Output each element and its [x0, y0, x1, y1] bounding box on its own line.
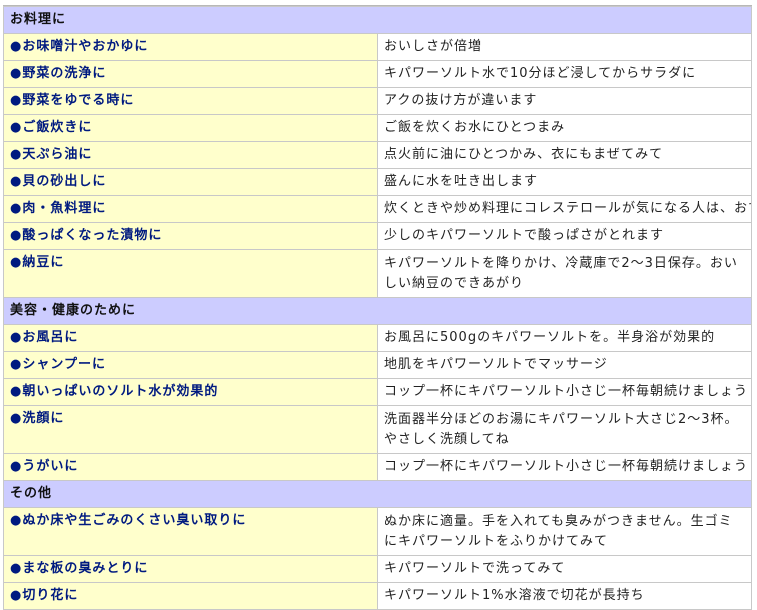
bullet-icon: ●: [10, 174, 23, 189]
usage-table-frame: お料理に ●お味噌汁やおかゆに おいしさが倍増 ●野菜の洗浄に キパワーソルト水…: [3, 5, 752, 610]
row-text: おいしさが倍増: [377, 33, 752, 61]
row-text: キパワーソルト水で10分ほど浸してからサラダに: [377, 60, 752, 88]
table-row: ●野菜の洗浄に キパワーソルト水で10分ほど浸してからサラダに: [3, 60, 752, 88]
row-text: ご飯を炊くお水にひとつまみ: [377, 114, 752, 142]
bullet-icon: ●: [10, 255, 23, 270]
bullet-icon: ●: [10, 588, 23, 603]
table-row: ●納豆に キパワーソルトを降りかけ、冷蔵庫で2～3日保存。おいしい納豆のできあが…: [3, 249, 752, 298]
row-text: 炊くときや炒め料理にコレステロールが気になる人は、おすすめ: [377, 195, 752, 223]
bullet-icon: ●: [10, 66, 23, 81]
row-label: ●うがいに: [3, 453, 378, 481]
table-row: ●天ぷら油に 点火前に油にひとつかみ、衣にもまぜてみて: [3, 141, 752, 169]
row-text: 盛んに水を吐き出します: [377, 168, 752, 196]
bullet-icon: ●: [10, 93, 23, 108]
row-label: ●貝の砂出しに: [3, 168, 378, 196]
row-label: ●ぬか床や生ごみのくさい臭い取りに: [3, 507, 378, 556]
table-row: ●ぬか床や生ごみのくさい臭い取りに ぬか床に適量。手を入れても臭みがつきません。…: [3, 507, 752, 556]
row-text: キパワーソルトで洗ってみて: [377, 555, 752, 583]
table-row: ●お味噌汁やおかゆに おいしさが倍増: [3, 33, 752, 61]
row-label: ●切り花に: [3, 582, 378, 610]
row-label: ●お風呂に: [3, 324, 378, 352]
row-label: ●納豆に: [3, 249, 378, 298]
bullet-icon: ●: [10, 459, 23, 474]
row-text: アクの抜け方が違います: [377, 87, 752, 115]
bullet-icon: ●: [10, 201, 23, 216]
section-header: 美容・健康のために: [3, 297, 752, 325]
table-row: ●朝いっぱいのソルト水が効果的 コップ一杯にキパワーソルト小さじ一杯毎朝続けまし…: [3, 378, 752, 406]
row-label: ●洗顔に: [3, 405, 378, 454]
row-label: ●お味噌汁やおかゆに: [3, 33, 378, 61]
table-row: ●シャンプーに 地肌をキパワーソルトでマッサージ: [3, 351, 752, 379]
table-row: ●肉・魚料理に 炊くときや炒め料理にコレステロールが気になる人は、おすすめ: [3, 195, 752, 223]
usage-table: お料理に ●お味噌汁やおかゆに おいしさが倍増 ●野菜の洗浄に キパワーソルト水…: [3, 6, 752, 610]
row-text: 少しのキパワーソルトで酸っぱさがとれます: [377, 222, 752, 250]
bullet-icon: ●: [10, 384, 23, 399]
table-row: ●貝の砂出しに 盛んに水を吐き出します: [3, 168, 752, 196]
row-label: ●朝いっぱいのソルト水が効果的: [3, 378, 378, 406]
row-label: ●ご飯炊きに: [3, 114, 378, 142]
row-label: ●まな板の臭みとりに: [3, 555, 378, 583]
section-header: その他: [3, 480, 752, 508]
table-row: ●まな板の臭みとりに キパワーソルトで洗ってみて: [3, 555, 752, 583]
bullet-icon: ●: [10, 228, 23, 243]
bullet-icon: ●: [10, 357, 23, 372]
bullet-icon: ●: [10, 39, 23, 54]
bullet-icon: ●: [10, 120, 23, 135]
table-row: ●野菜をゆでる時に アクの抜け方が違います: [3, 87, 752, 115]
row-text: 点火前に油にひとつかみ、衣にもまぜてみて: [377, 141, 752, 169]
row-label: ●天ぷら油に: [3, 141, 378, 169]
row-label: ●野菜の洗浄に: [3, 60, 378, 88]
section-title: お料理に: [3, 6, 752, 34]
table-row: ●切り花に キパワーソルト1%水溶液で切花が長持ち: [3, 582, 752, 610]
section-title: その他: [3, 480, 752, 508]
table-row: ●酸っぱくなった漬物に 少しのキパワーソルトで酸っぱさがとれます: [3, 222, 752, 250]
row-text: 洗面器半分ほどのお湯にキパワーソルト大さじ2～3杯。やさしく洗顔してね: [377, 405, 752, 454]
bullet-icon: ●: [10, 561, 23, 576]
row-text: キパワーソルトを降りかけ、冷蔵庫で2～3日保存。おいしい納豆のできあがり: [377, 249, 752, 298]
row-text: コップ一杯にキパワーソルト小さじ一杯毎朝続けましょう: [377, 453, 752, 481]
section-title: 美容・健康のために: [3, 297, 752, 325]
row-text: お風呂に500gのキパワーソルトを。半身浴が効果的: [377, 324, 752, 352]
table-row: ●うがいに コップ一杯にキパワーソルト小さじ一杯毎朝続けましょう: [3, 453, 752, 481]
row-label: ●野菜をゆでる時に: [3, 87, 378, 115]
table-row: ●お風呂に お風呂に500gのキパワーソルトを。半身浴が効果的: [3, 324, 752, 352]
row-text: ぬか床に適量。手を入れても臭みがつきません。生ゴミにキパワーソルトをふりかけてみ…: [377, 507, 752, 556]
table-row: ●洗顔に 洗面器半分ほどのお湯にキパワーソルト大さじ2～3杯。やさしく洗顔してね: [3, 405, 752, 454]
section-header: お料理に: [3, 6, 752, 34]
row-text: 地肌をキパワーソルトでマッサージ: [377, 351, 752, 379]
row-text: キパワーソルト1%水溶液で切花が長持ち: [377, 582, 752, 610]
row-label: ●シャンプーに: [3, 351, 378, 379]
row-label: ●肉・魚料理に: [3, 195, 378, 223]
row-text: コップ一杯にキパワーソルト小さじ一杯毎朝続けましょう: [377, 378, 752, 406]
bullet-icon: ●: [10, 513, 23, 528]
row-label: ●酸っぱくなった漬物に: [3, 222, 378, 250]
table-row: ●ご飯炊きに ご飯を炊くお水にひとつまみ: [3, 114, 752, 142]
bullet-icon: ●: [10, 411, 23, 426]
bullet-icon: ●: [10, 147, 23, 162]
bullet-icon: ●: [10, 330, 23, 345]
